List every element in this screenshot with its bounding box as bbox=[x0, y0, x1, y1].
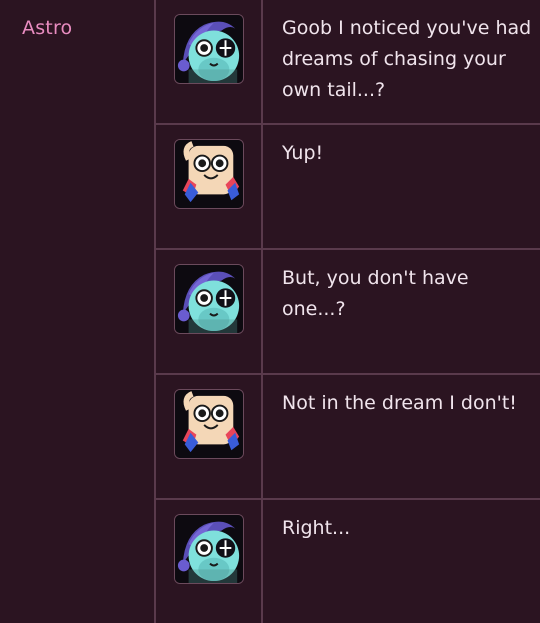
speaker-name: Astro bbox=[22, 17, 73, 39]
dialogue-row: Not in the dream I don't! bbox=[156, 375, 540, 500]
dialogue-text: But, you don't have one...? bbox=[282, 267, 469, 320]
astro-avatar-icon bbox=[174, 14, 244, 84]
dialogue-row: Yup! bbox=[156, 125, 540, 250]
dialogue-text: Yup! bbox=[282, 142, 324, 164]
avatar-cell bbox=[156, 500, 263, 623]
dialogue-text: Goob I noticed you've had dreams of chas… bbox=[282, 17, 532, 101]
dialogue-table: Astro Goob I noticed you've had dreams o… bbox=[0, 0, 540, 623]
goob-avatar-icon bbox=[174, 139, 244, 209]
avatar-cell bbox=[156, 125, 263, 248]
avatar-cell bbox=[156, 375, 263, 498]
goob-avatar-icon bbox=[174, 389, 244, 459]
dialogue-row: Goob I noticed you've had dreams of chas… bbox=[156, 0, 540, 125]
avatar-cell bbox=[156, 0, 263, 123]
avatar-cell bbox=[156, 250, 263, 373]
dialogue-row: Right... bbox=[156, 500, 540, 623]
astro-avatar-icon bbox=[174, 264, 244, 334]
dialogue-text: Not in the dream I don't! bbox=[282, 392, 517, 414]
dialogue-row: But, you don't have one...? bbox=[156, 250, 540, 375]
speaker-column: Astro bbox=[0, 0, 156, 623]
dialogue-text: Right... bbox=[282, 517, 351, 539]
astro-avatar-icon bbox=[174, 514, 244, 584]
